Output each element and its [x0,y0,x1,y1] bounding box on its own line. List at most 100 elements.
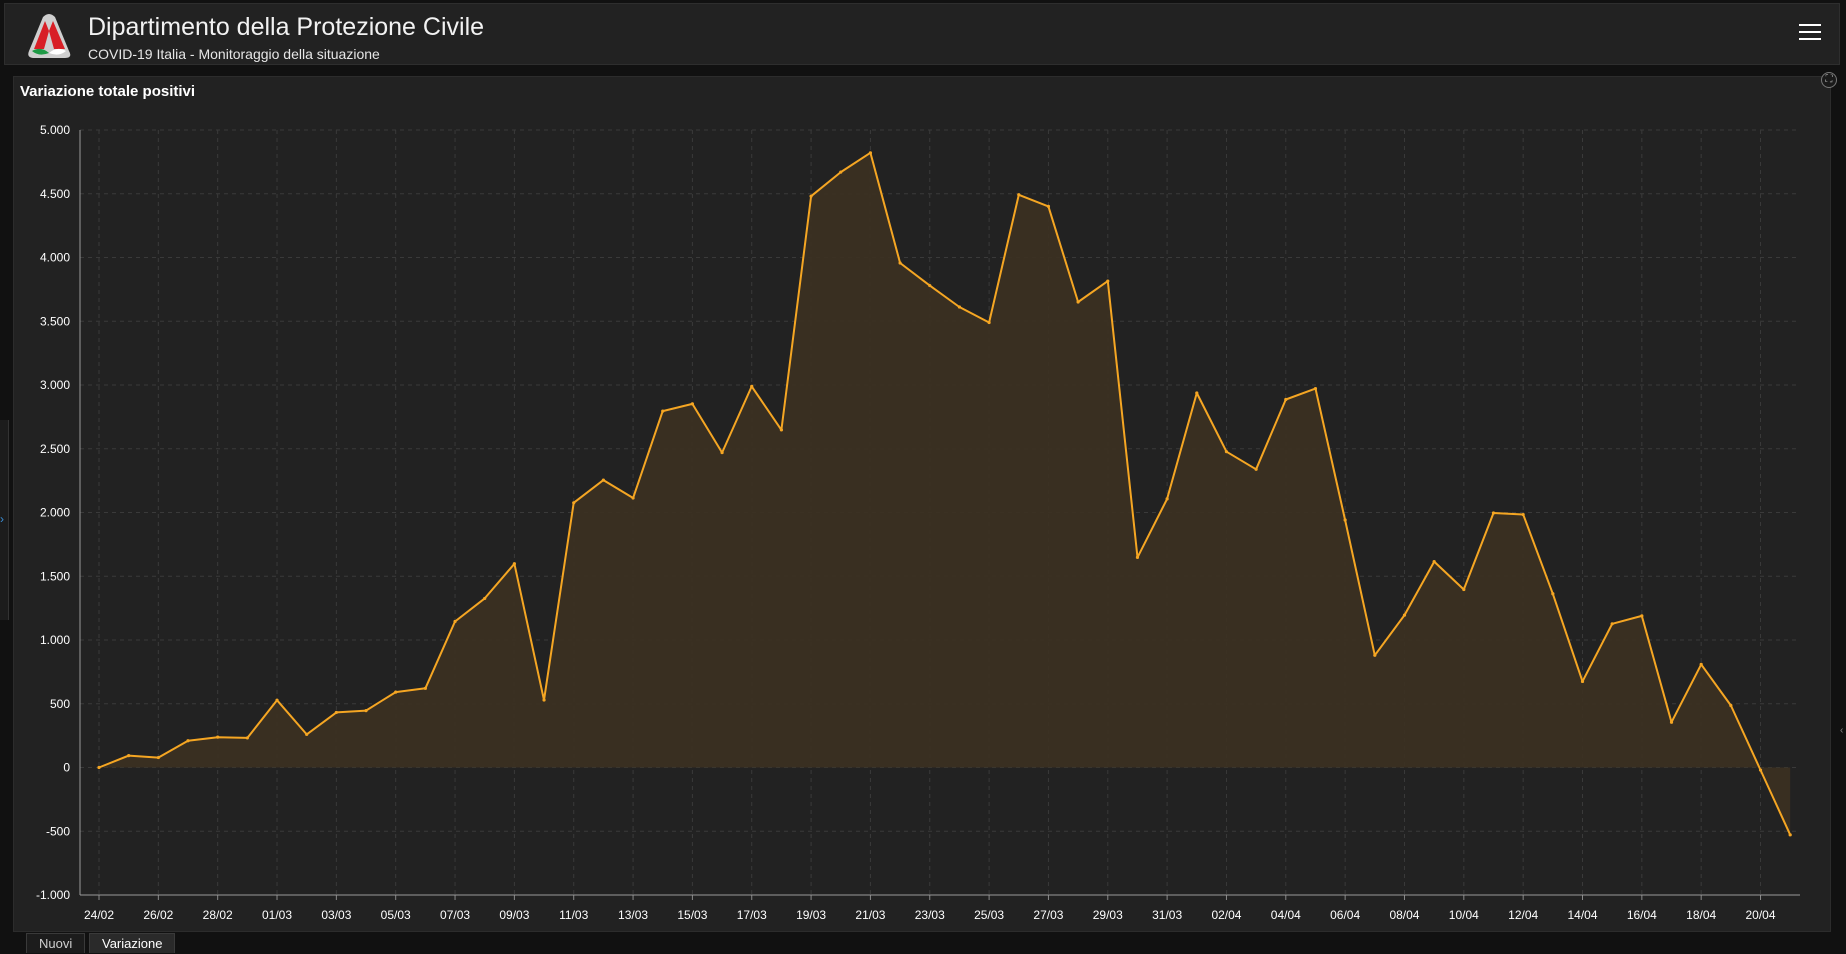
y-tick-label: 1.500 [40,569,70,583]
y-tick-label: 0 [63,761,70,775]
data-point [1758,768,1763,772]
x-tick-label: 11/03 [559,908,588,922]
data-point [1491,511,1496,515]
data-point [1373,653,1377,657]
data-point [512,562,516,566]
y-tick-label: 3.000 [40,378,70,392]
data-point [245,736,249,740]
x-tick-label: 16/04 [1627,908,1657,922]
data-point [1313,386,1318,391]
data-point [156,755,160,760]
data-point [720,450,724,455]
data-point [1046,204,1051,208]
y-tick-label: 4.000 [40,251,70,265]
x-tick-label: 14/04 [1567,908,1597,922]
data-point [868,151,873,155]
x-tick-label: 27/03 [1033,908,1063,922]
x-tick-label: 25/03 [974,908,1004,922]
data-point [305,732,309,736]
data-point [186,739,190,743]
data-point [542,698,546,702]
x-tick-label: 21/03 [855,908,885,922]
data-point [779,428,784,432]
data-point [1551,592,1555,596]
x-tick-label: 28/02 [203,908,233,922]
data-point [127,754,131,758]
chart-area: -1.000 -500 0 500 1.000 1.500 2.000 2.500 3.000 3… [36,123,1800,922]
data-point [1699,662,1703,666]
data-point [631,496,635,500]
data-point [1402,613,1407,617]
x-tick-label: 07/03 [440,908,470,922]
data-point [1106,279,1110,283]
data-point [1462,587,1466,592]
x-tick-label: 03/03 [321,908,351,922]
data-point [987,320,991,325]
data-point [1580,679,1585,684]
y-tick-label: -1.000 [36,888,70,902]
y-tick-label: 2.500 [40,442,70,456]
data-point [1729,703,1733,708]
data-point [394,690,398,694]
data-point [97,765,101,770]
data-point [1284,397,1288,402]
data-point [364,709,368,713]
x-tick-label: 01/03 [262,908,292,922]
data-point [661,409,665,413]
data-point [453,619,457,624]
x-tick-label: 06/04 [1330,908,1360,922]
x-tick-label: 24/02 [84,908,114,922]
data-point [601,478,605,482]
data-point [1017,193,1021,197]
tab-nuovi[interactable]: Nuovi [26,933,86,953]
x-tick-label: 10/04 [1449,908,1479,922]
data-point [1343,518,1347,522]
data-point [898,261,902,265]
x-tick-label: 31/03 [1152,908,1182,922]
data-point [1610,622,1614,626]
data-point [957,305,962,309]
y-tick-label: 3.500 [40,314,70,328]
data-point [1640,614,1644,618]
data-point [690,402,695,406]
y-tick-label: 4.500 [40,187,70,201]
x-tick-label: 29/03 [1093,908,1123,922]
y-tick-label: 1.000 [40,633,70,647]
data-point [1195,391,1199,395]
y-tick-label: -500 [46,824,70,838]
x-tick-label: 04/04 [1271,908,1301,922]
data-point [572,501,576,505]
data-point [1135,555,1140,559]
data-point [928,283,932,288]
data-point [423,686,427,690]
y-tick-label: 5.000 [40,123,70,137]
x-tick-label: 23/03 [915,908,945,922]
data-point [216,735,220,739]
x-tick-label: 05/03 [381,908,411,922]
y-tick-label: 2.000 [40,506,70,520]
x-tick-label: 18/04 [1686,908,1716,922]
data-point [275,698,279,702]
data-point [1076,300,1080,304]
x-tick-label: 17/03 [737,908,767,922]
y-tick-label: 500 [50,697,70,711]
data-point [1669,720,1674,724]
data-point [1432,559,1436,564]
x-tick-label: 19/03 [796,908,826,922]
data-point [809,194,813,198]
data-point [750,384,754,389]
x-tick-label: 09/03 [499,908,529,922]
data-point [1788,833,1792,837]
data-point [483,596,487,601]
x-tick-label: 26/02 [143,908,173,922]
series-area [99,152,1791,835]
x-tick-label: 12/04 [1508,908,1538,922]
x-tick-label: 13/03 [618,908,648,922]
tab-variazione[interactable]: Variazione [89,933,176,953]
data-point [1165,497,1169,501]
data-point [334,710,338,715]
data-point [1521,512,1525,517]
data-point [1254,467,1258,471]
x-tick-label: 15/03 [677,908,707,922]
x-tick-label: 20/04 [1746,908,1776,922]
